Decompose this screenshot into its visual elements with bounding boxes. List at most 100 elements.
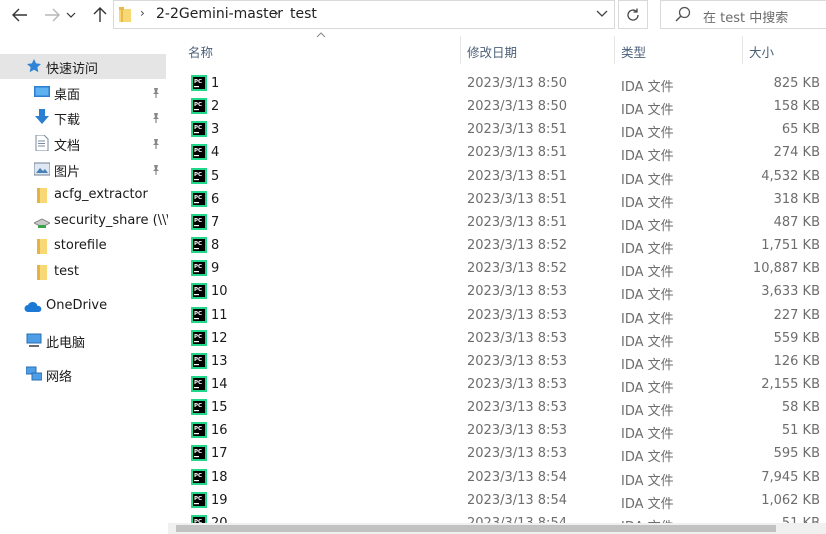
refresh-button[interactable] (618, 0, 648, 29)
table-row[interactable]: PC 13 2023/3/13 8:53 IDA 文件 126 KB (168, 350, 826, 373)
sidebar-item-onedrive[interactable]: OneDrive (0, 294, 166, 319)
refresh-icon (627, 8, 639, 21)
arrow-right-icon (45, 8, 60, 22)
table-row[interactable]: PC 17 2023/3/13 8:53 IDA 文件 595 KB (168, 442, 826, 465)
file-date: 2023/3/13 8:54 (467, 469, 567, 485)
file-type: IDA 文件 (621, 288, 674, 304)
file-type: IDA 文件 (621, 311, 674, 327)
horizontal-scrollbar[interactable] (168, 523, 826, 534)
network-icon (26, 366, 42, 381)
sidebar-item-pictures[interactable]: 图片 (0, 157, 166, 182)
file-name: 15 (211, 400, 228, 416)
ida-file-icon: PC (191, 352, 207, 369)
column-divider[interactable] (742, 36, 743, 64)
table-row[interactable]: PC 9 2023/3/13 8:52 IDA 文件 10,887 KB (168, 257, 826, 280)
sidebar-item-test[interactable]: test (0, 260, 166, 285)
column-header-name[interactable]: 名称 (188, 42, 213, 61)
svg-text:PC: PC (194, 264, 202, 270)
ida-file-icon: PC (191, 468, 207, 485)
svg-text:PC: PC (194, 334, 202, 340)
svg-text:PC: PC (194, 357, 202, 363)
file-date: 2023/3/13 8:53 (467, 330, 567, 346)
table-row[interactable]: PC 4 2023/3/13 8:51 IDA 文件 274 KB (168, 141, 826, 164)
sidebar-item-downloads[interactable]: 下载 (0, 105, 166, 130)
ida-file-icon: PC (191, 329, 207, 346)
svg-text:PC: PC (194, 473, 202, 479)
pin-icon[interactable] (150, 164, 162, 176)
svg-text:PC: PC (194, 426, 202, 432)
scrollbar-thumb[interactable] (176, 525, 776, 532)
folder-icon (119, 7, 131, 22)
file-size: 2,155 KB (761, 376, 820, 392)
forward-button[interactable] (40, 3, 64, 27)
table-row[interactable]: PC 2 2023/3/13 8:50 IDA 文件 158 KB (168, 95, 826, 118)
search-icon (675, 6, 691, 22)
sidebar-item-this-pc[interactable]: 此电脑 (0, 328, 166, 353)
file-name: 14 (211, 376, 228, 392)
chevron-right-icon: › (140, 6, 145, 20)
file-date: 2023/3/13 8:51 (467, 122, 567, 138)
table-row[interactable]: PC 5 2023/3/13 8:51 IDA 文件 4,532 KB (168, 165, 826, 188)
sidebar-item-storefile[interactable]: storefile (0, 234, 166, 259)
table-row[interactable]: PC 11 2023/3/13 8:53 IDA 文件 227 KB (168, 304, 826, 327)
sidebar-item-label: security_share (\\\ (54, 213, 171, 228)
table-row[interactable]: PC 8 2023/3/13 8:52 IDA 文件 1,751 KB (168, 234, 826, 257)
table-row[interactable]: PC 18 2023/3/13 8:54 IDA 文件 7,945 KB (168, 466, 826, 489)
table-row[interactable]: PC 10 2023/3/13 8:53 IDA 文件 3,633 KB (168, 280, 826, 303)
up-button[interactable] (88, 3, 112, 27)
file-date: 2023/3/13 8:53 (467, 376, 567, 392)
column-header-size[interactable]: 大小 (749, 42, 774, 61)
table-row[interactable]: PC 15 2023/3/13 8:53 IDA 文件 58 KB (168, 396, 826, 419)
file-list: 名称 修改日期 类型 大小 PC 1 2023/3/13 8:50 IDA 文件 825… (168, 30, 826, 534)
arrow-up-icon (93, 7, 107, 22)
network-drive-icon (34, 218, 50, 228)
ida-file-icon: PC (191, 399, 207, 416)
table-row[interactable]: PC 3 2023/3/13 8:51 IDA 文件 65 KB (168, 118, 826, 141)
pin-icon[interactable] (150, 112, 162, 124)
table-row[interactable]: PC 6 2023/3/13 8:51 IDA 文件 318 KB (168, 188, 826, 211)
breadcrumb-item[interactable]: test (290, 6, 317, 22)
table-row[interactable]: PC 14 2023/3/13 8:53 IDA 文件 2,155 KB (168, 373, 826, 396)
sidebar-item-quick-access[interactable]: 快速访问 (0, 54, 166, 79)
column-divider[interactable] (460, 36, 461, 64)
file-name: 6 (211, 191, 220, 207)
sidebar-item-documents[interactable]: 文档 (0, 131, 166, 156)
sidebar-item-label: 桌面 (54, 88, 81, 103)
svg-text:PC: PC (194, 218, 202, 224)
sidebar-item-security-share[interactable]: security_share (\\\ (0, 209, 171, 234)
file-type: IDA 文件 (621, 357, 674, 373)
file-type: IDA 文件 (621, 242, 674, 258)
table-row[interactable]: PC 1 2023/3/13 8:50 IDA 文件 825 KB (168, 72, 826, 95)
address-dropdown-button[interactable] (596, 7, 608, 21)
table-row[interactable]: PC 12 2023/3/13 8:53 IDA 文件 559 KB (168, 327, 826, 350)
search-input[interactable]: 在 test 中搜索 (660, 0, 826, 29)
star-icon (27, 59, 41, 73)
sidebar-item-network[interactable]: 网络 (0, 362, 166, 387)
table-row[interactable]: PC 7 2023/3/13 8:51 IDA 文件 487 KB (168, 211, 826, 234)
document-icon (35, 135, 49, 151)
address-bar[interactable]: › 2-2Gemini-master › test (113, 0, 615, 29)
file-type: IDA 文件 (621, 149, 674, 165)
breadcrumb-item[interactable]: 2-2Gemini-master (156, 6, 283, 22)
sidebar-item-desktop[interactable]: 桌面 (0, 80, 166, 105)
column-header-date[interactable]: 修改日期 (467, 42, 517, 61)
recent-locations-button[interactable] (64, 3, 78, 27)
file-name: 9 (211, 261, 220, 277)
svg-text:PC: PC (194, 380, 202, 386)
file-date: 2023/3/13 8:51 (467, 214, 567, 230)
svg-text:PC: PC (194, 148, 202, 154)
ida-file-icon: PC (191, 491, 207, 508)
column-divider[interactable] (614, 36, 615, 64)
pin-icon[interactable] (150, 87, 162, 99)
back-button[interactable] (8, 3, 32, 27)
ida-file-icon: PC (191, 375, 207, 392)
sidebar-item-acfg-extractor[interactable]: acfg_extractor (0, 183, 166, 208)
sidebar-item-label: test (54, 264, 79, 279)
table-row[interactable]: PC 19 2023/3/13 8:54 IDA 文件 1,062 KB (168, 489, 826, 512)
file-date: 2023/3/13 8:50 (467, 99, 567, 115)
svg-text:PC: PC (194, 79, 202, 85)
file-type: IDA 文件 (621, 126, 674, 142)
column-header-type[interactable]: 类型 (621, 42, 646, 61)
table-row[interactable]: PC 16 2023/3/13 8:53 IDA 文件 51 KB (168, 419, 826, 442)
pin-icon[interactable] (150, 138, 162, 150)
